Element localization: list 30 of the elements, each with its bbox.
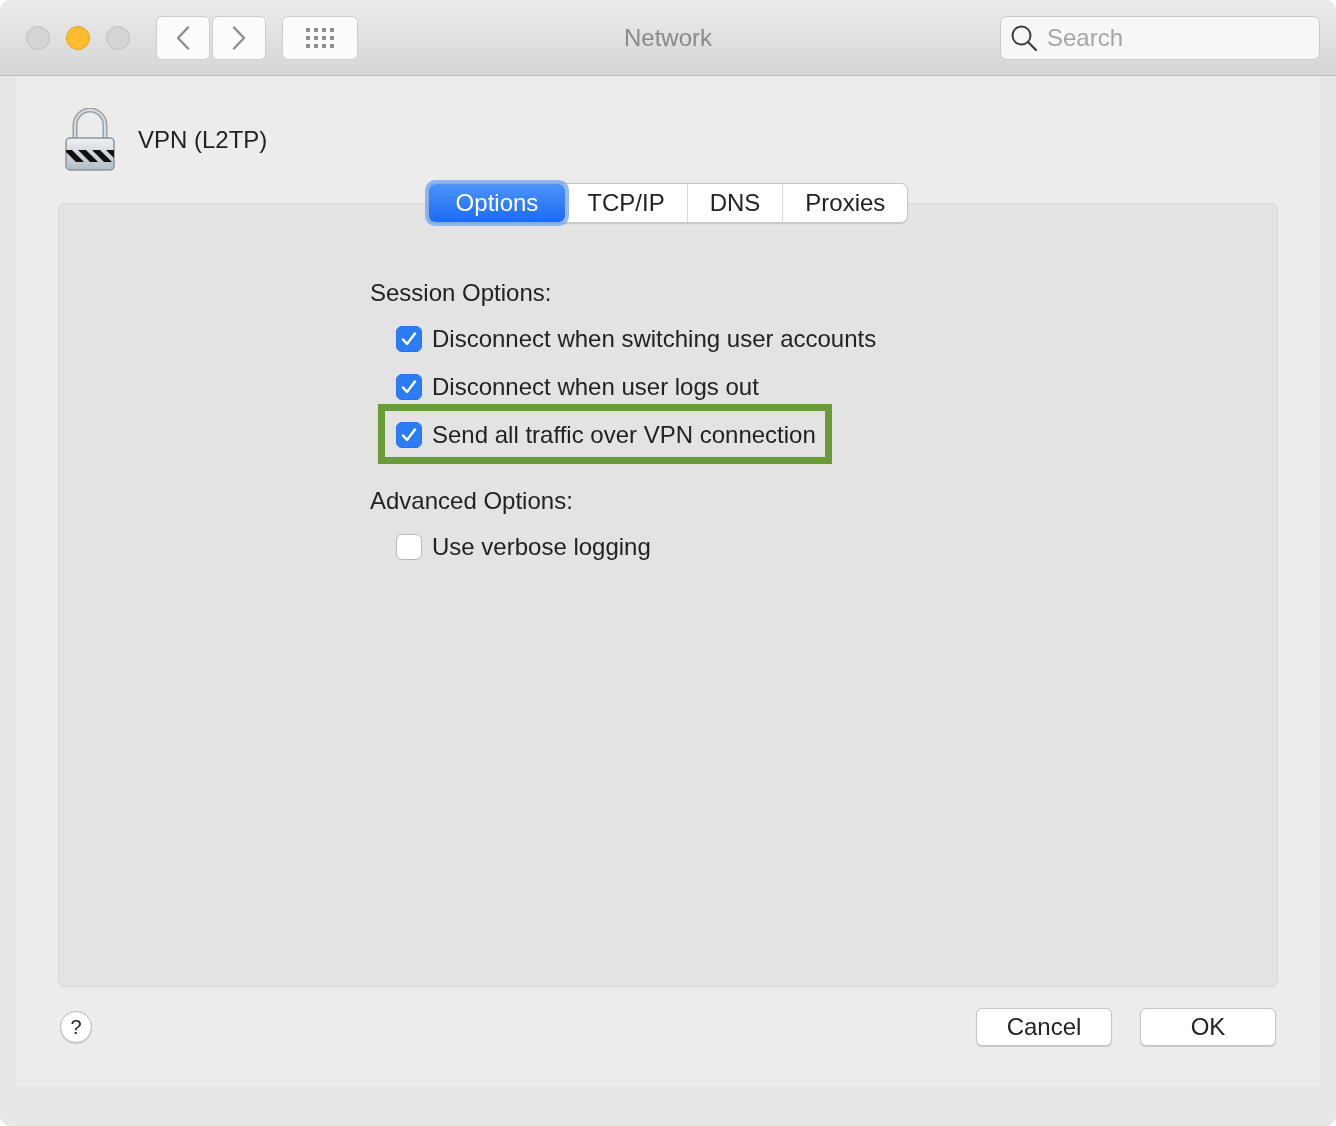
section-heading: Session Options:: [370, 278, 552, 308]
grid-icon: [306, 27, 334, 48]
checkmark-icon: [401, 331, 417, 347]
forward-button[interactable]: [212, 15, 266, 60]
search-field[interactable]: Search: [1000, 15, 1320, 60]
search-icon: [1011, 24, 1037, 51]
checkbox-label: Disconnect when user logs out: [432, 372, 759, 402]
section-heading: Advanced Options:: [370, 486, 573, 516]
show-all-button[interactable]: [282, 15, 358, 60]
tab[interactable]: DNS: [686, 184, 783, 222]
tab[interactable]: TCP/IP: [565, 184, 687, 222]
cancel-button[interactable]: Cancel: [976, 1008, 1112, 1046]
checkbox[interactable]: [396, 422, 422, 448]
checkmark-icon: [401, 427, 417, 443]
help-button[interactable]: ?: [60, 1011, 92, 1043]
checkbox[interactable]: [396, 534, 422, 560]
checkbox[interactable]: [396, 374, 422, 400]
checkbox-label: Use verbose logging: [432, 532, 651, 562]
checkbox-label: Disconnect when switching user accounts: [432, 324, 877, 354]
checkbox-label: Send all traffic over VPN connection: [432, 420, 816, 450]
service-name: VPN (L2TP): [138, 125, 268, 155]
window-title: Network: [624, 22, 712, 53]
chevron-right-icon: [232, 25, 246, 50]
checkmark-icon: [401, 379, 417, 395]
padlock-icon: [64, 108, 116, 172]
back-button[interactable]: [156, 15, 210, 60]
chevron-left-icon: [176, 25, 190, 50]
minimize-button[interactable]: [66, 25, 90, 50]
confirm-button[interactable]: OK: [1140, 1008, 1276, 1046]
checkbox[interactable]: [396, 326, 422, 352]
